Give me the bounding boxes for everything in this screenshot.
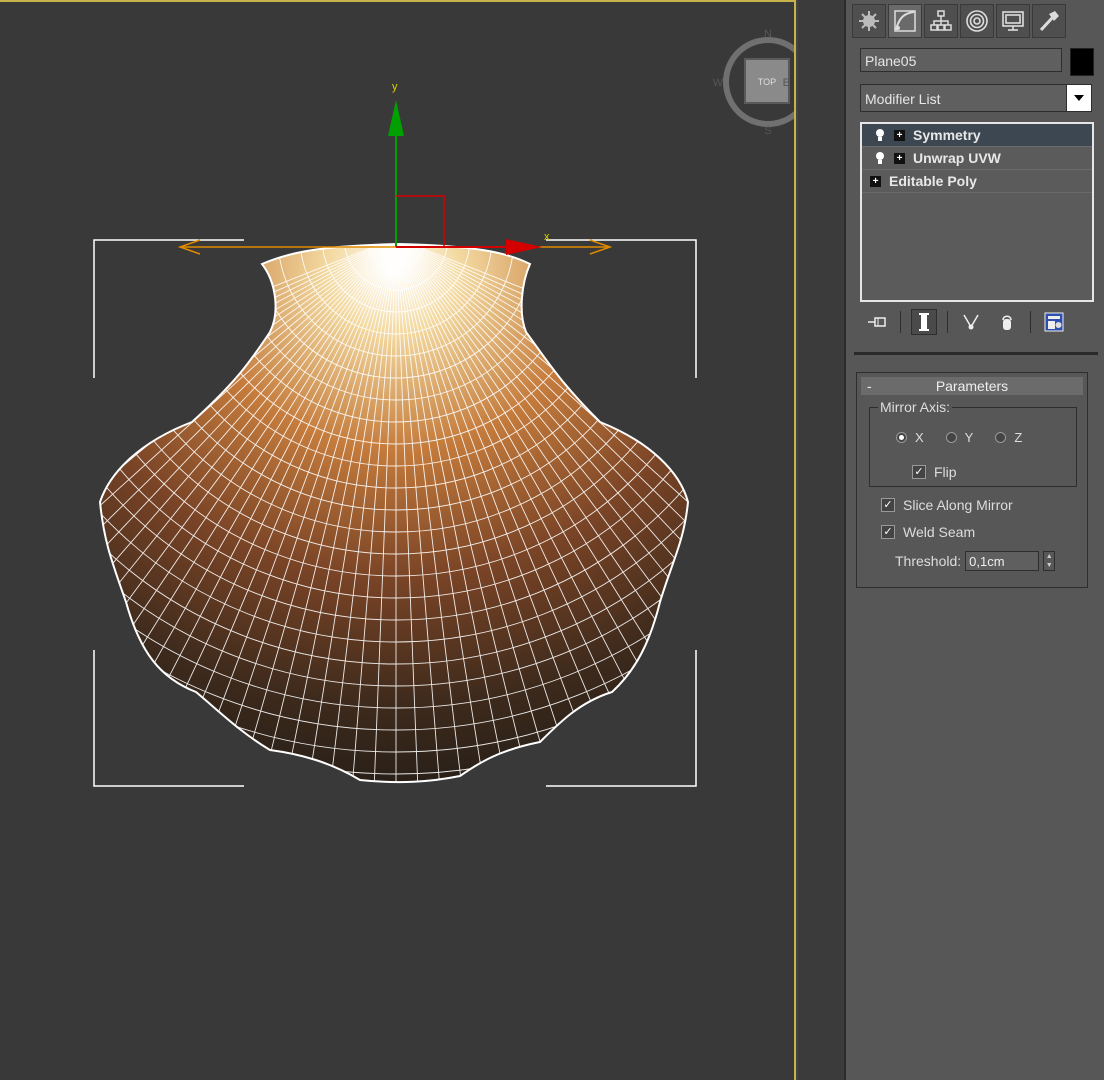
command-panel-tabs <box>852 4 1100 38</box>
viewport-canvas[interactable]: y x TOP N S W E <box>0 2 794 1080</box>
mirror-axis-group: Mirror Axis: X Y Z ✓ Flip <box>869 399 1077 487</box>
radio-label: Z <box>1014 430 1023 445</box>
viewport-gutter <box>798 0 844 1080</box>
stack-item-editable-poly[interactable]: + Editable Poly <box>862 170 1092 193</box>
radio-y[interactable]: Y <box>945 430 974 445</box>
motion-icon[interactable] <box>960 4 994 38</box>
transform-gizmo: y x <box>177 81 613 255</box>
radio-z[interactable]: Z <box>995 430 1022 445</box>
parameters-rollout-header[interactable]: - Parameters <box>861 377 1083 395</box>
viewport-top[interactable]: y x TOP N S W E <box>0 0 796 1080</box>
slice-along-mirror-checkbox[interactable]: ✓ Slice Along Mirror <box>881 497 1013 513</box>
flip-checkbox[interactable]: ✓ Flip <box>912 464 957 480</box>
radio-label: Y <box>964 430 974 445</box>
hierarchy-icon[interactable] <box>924 4 958 38</box>
spinner-up-icon[interactable]: ▲ <box>1046 553 1053 560</box>
viewcube-east: E <box>783 77 790 89</box>
parameters-rollout: - Parameters Mirror Axis: X Y Z ✓ Flip ✓ S… <box>856 372 1088 588</box>
utilities-icon[interactable] <box>1032 4 1066 38</box>
make-unique-icon[interactable] <box>958 309 984 335</box>
checkmark-icon[interactable]: ✓ <box>881 525 895 539</box>
stack-toolbar <box>864 308 1092 336</box>
expand-icon[interactable]: + <box>894 152 905 164</box>
stack-item-label: Unwrap UVW <box>913 150 1001 166</box>
threshold-input[interactable]: 0,1cm <box>965 551 1040 571</box>
viewcube[interactable]: TOP N S W E <box>713 28 794 137</box>
radio-dot[interactable] <box>896 432 907 443</box>
remove-modifier-icon[interactable] <box>994 309 1020 335</box>
toolbar-divider <box>900 311 901 333</box>
gizmo-x-label: x <box>544 231 550 243</box>
threshold-row: Threshold: 0,1cm ▲ ▼ <box>895 551 1056 571</box>
stack-item-symmetry[interactable]: + Symmetry <box>862 124 1092 147</box>
object-name-field[interactable]: Plane05 <box>860 48 1062 72</box>
toolbar-divider <box>1030 311 1031 333</box>
chevron-down-icon[interactable] <box>1066 85 1091 111</box>
collapse-toggle[interactable]: - <box>867 377 872 395</box>
pin-stack-icon[interactable] <box>864 309 890 335</box>
stack-item-label: Editable Poly <box>889 173 977 189</box>
threshold-label: Threshold: <box>895 553 962 569</box>
radio-x[interactable]: X <box>896 430 924 445</box>
panel-divider <box>854 352 1098 355</box>
viewcube-north: N <box>764 28 772 40</box>
modifier-list-dropdown[interactable]: Modifier List <box>860 84 1092 112</box>
slice-label: Slice Along Mirror <box>903 497 1013 513</box>
modifier-stack[interactable]: + Symmetry + Unwrap UVW + Editable Poly <box>860 122 1094 302</box>
configure-modifier-sets-icon[interactable] <box>1041 309 1067 335</box>
toolbar-divider <box>947 311 948 333</box>
display-icon[interactable] <box>996 4 1030 38</box>
rollout-title: Parameters <box>935 378 1009 394</box>
show-end-result-icon[interactable] <box>911 309 937 335</box>
modifier-list-label: Modifier List <box>865 91 941 107</box>
flip-label: Flip <box>934 464 957 480</box>
mirror-axis-radios: X Y Z <box>896 430 1022 445</box>
threshold-spinner[interactable]: ▲ ▼ <box>1043 551 1056 571</box>
radio-dot[interactable] <box>945 432 957 443</box>
viewcube-face-top[interactable]: TOP <box>758 77 776 87</box>
weld-label: Weld Seam <box>903 524 976 540</box>
command-panel: Plane05 Modifier List + Symmetry + Unwra… <box>844 0 1104 1080</box>
viewcube-west: W <box>713 77 724 89</box>
lightbulb-icon[interactable] <box>874 151 886 165</box>
lightbulb-icon[interactable] <box>874 128 886 142</box>
checkmark-icon[interactable]: ✓ <box>912 465 926 479</box>
stack-item-unwrap-uvw[interactable]: + Unwrap UVW <box>862 147 1092 170</box>
spinner-down-icon[interactable]: ▼ <box>1046 562 1053 569</box>
expand-icon[interactable]: + <box>870 175 881 187</box>
checkmark-icon[interactable]: ✓ <box>881 498 895 512</box>
viewcube-south: S <box>764 125 771 137</box>
weld-seam-checkbox[interactable]: ✓ Weld Seam <box>881 524 975 540</box>
stack-item-label: Symmetry <box>913 127 981 143</box>
object-color-swatch[interactable] <box>1070 48 1094 76</box>
create-icon[interactable] <box>852 4 886 38</box>
gizmo-y-label: y <box>392 81 398 93</box>
expand-icon[interactable]: + <box>894 129 905 141</box>
radio-label: X <box>915 430 924 445</box>
modify-icon[interactable] <box>888 4 922 38</box>
radio-dot[interactable] <box>995 432 1007 443</box>
mirror-axis-label: Mirror Axis: <box>878 399 952 415</box>
